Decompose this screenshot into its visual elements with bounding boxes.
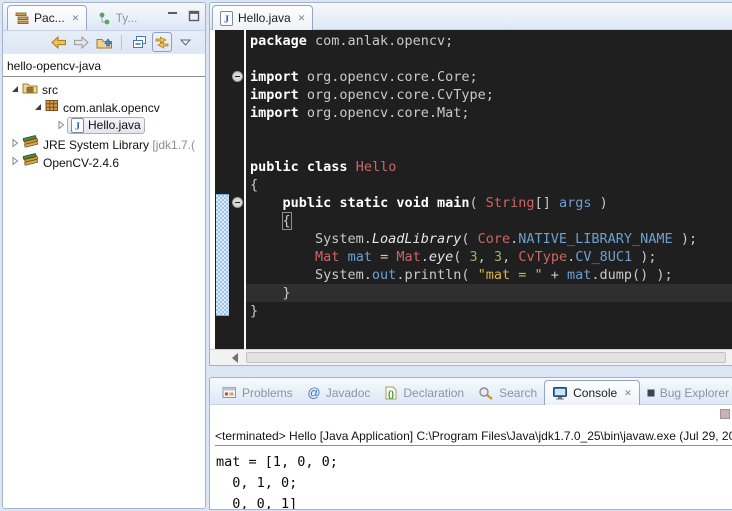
expanded-arrow-icon[interactable]: [32, 103, 44, 111]
range-indicator-bar: [216, 194, 229, 316]
code-editor[interactable]: package com.anlak.opencv; import org.ope…: [215, 30, 732, 349]
minimize-icon[interactable]: [166, 9, 179, 22]
tree-item-label: JRE System Library: [43, 138, 149, 152]
svg-text:J: J: [224, 14, 229, 25]
tab-label: Console: [573, 386, 617, 400]
console-tabband: Problems @ Javadoc () Declaration Search Conso…: [210, 378, 732, 405]
tab-javadoc[interactable]: @ Javadoc: [300, 380, 378, 405]
package-explorer-toolbar: [3, 31, 205, 54]
up-button[interactable]: [94, 32, 114, 52]
tab-search[interactable]: Search: [471, 380, 544, 405]
tab-label: Search: [499, 386, 537, 400]
javadoc-icon: @: [307, 386, 321, 399]
code-text[interactable]: package com.anlak.opencv; import org.ope…: [250, 32, 697, 320]
collapsed-arrow-icon[interactable]: [9, 138, 21, 148]
tab-label: Pac...: [34, 11, 65, 25]
nav-back-icon: [50, 36, 67, 49]
project-tree: src com.anlak.opencv J Hello.java JRE System…: [3, 80, 205, 170]
project-label[interactable]: hello-opencv-java: [3, 57, 205, 74]
console-process-label: <terminated> Hello [Java Application] C:…: [215, 429, 732, 446]
collapsed-arrow-icon[interactable]: [55, 120, 67, 130]
search-icon: [478, 386, 494, 400]
library-icon: [22, 135, 39, 149]
tab-label: Declaration: [403, 386, 464, 400]
tab-bug-explorer[interactable]: Bug Explorer: [640, 380, 732, 405]
view-window-buttons: [166, 9, 200, 22]
collapse-all-button[interactable]: [129, 32, 149, 52]
view-menu-icon: [180, 39, 191, 46]
dark-square-icon: [647, 389, 655, 397]
tab-package-explorer[interactable]: Pac... ✕: [7, 5, 87, 30]
java-file-icon: J: [220, 11, 233, 26]
tree-item-label: Hello.java: [88, 118, 141, 132]
package-explorer-tabband: Pac... ✕ Ty...: [3, 3, 205, 31]
tab-type-hierarchy[interactable]: Ty...: [91, 6, 145, 31]
tab-label: Bug Explorer: [660, 386, 729, 400]
tab-declaration[interactable]: () Declaration: [377, 380, 471, 405]
svg-text:J: J: [75, 121, 80, 132]
project-separator: [3, 76, 205, 77]
collapse-all-icon: [132, 35, 147, 49]
tab-hello-java[interactable]: J Hello.java ✕: [212, 5, 313, 30]
editor-horizontal-scrollbar[interactable]: [210, 349, 732, 365]
console-output[interactable]: mat = [1, 0, 0; 0, 1, 0; 0, 0, 1]: [216, 452, 338, 510]
nav-up-icon: [96, 35, 113, 49]
tree-item-label: OpenCV-2.4.6: [43, 156, 119, 170]
editor-area: J Hello.java ✕ package com.anlak.opencv;…: [209, 2, 732, 366]
package-icon: [45, 99, 59, 112]
collapsed-arrow-icon[interactable]: [9, 156, 21, 166]
fold-collapse-icon[interactable]: [232, 71, 243, 82]
back-button[interactable]: [48, 32, 68, 52]
tab-console[interactable]: Console ✕: [544, 380, 640, 405]
svg-text:(): (): [388, 389, 394, 399]
tree-item-label: src: [42, 83, 58, 97]
expanded-arrow-icon[interactable]: [9, 85, 21, 93]
tree-item-com-anlak-opencv[interactable]: com.anlak.opencv: [3, 98, 205, 116]
forward-button[interactable]: [71, 32, 91, 52]
package-explorer-header: Pac... ✕ Ty...: [3, 3, 205, 54]
close-icon[interactable]: ✕: [622, 388, 632, 399]
selected-tree-item[interactable]: J Hello.java: [67, 117, 145, 134]
link-with-editor-button[interactable]: [152, 32, 172, 52]
declaration-icon: (): [384, 386, 398, 400]
console-content: <terminated> Hello [Java Application] C:…: [210, 405, 732, 509]
tab-label: Problems: [242, 386, 293, 400]
package-explorer-view: Pac... ✕ Ty... hello-opencv-java src com.…: [2, 2, 206, 509]
tree-item-decoration: [jdk1.7.(: [149, 138, 195, 152]
library-icon: [22, 153, 39, 167]
tab-label: Ty...: [116, 11, 138, 25]
console-view: Problems @ Javadoc () Declaration Search Conso…: [209, 377, 732, 510]
java-file-icon: J: [71, 118, 84, 133]
editor-tabband: J Hello.java ✕: [210, 3, 732, 30]
link-editor-icon: [154, 36, 170, 49]
tab-label: Javadoc: [326, 386, 371, 400]
tree-item-opencv-2-4-6[interactable]: OpenCV-2.4.6: [3, 152, 205, 170]
scrollbar-thumb[interactable]: [246, 352, 726, 363]
close-icon[interactable]: ✕: [296, 13, 306, 24]
maximize-icon[interactable]: [187, 9, 200, 22]
svg-text:@: @: [307, 386, 320, 399]
fold-collapse-icon[interactable]: [232, 197, 243, 208]
package-explorer-tree: hello-opencv-java src com.anlak.opencv J He…: [3, 54, 205, 170]
type-hierarchy-icon: [98, 12, 111, 25]
nav-forward-icon: [73, 36, 90, 49]
toolbar-separator: [121, 35, 122, 50]
eclipse-workbench: Pac... ✕ Ty... hello-opencv-java src com.…: [0, 0, 732, 511]
tree-item-hello-java[interactable]: J Hello.java: [3, 116, 205, 134]
package-folder-icon: [22, 81, 38, 94]
tree-item-jre-system-library[interactable]: JRE System Library [jdk1.7.(: [3, 134, 205, 152]
tab-problems[interactable]: Problems: [215, 380, 300, 405]
tree-item-label: com.anlak.opencv: [63, 101, 160, 115]
scroll-left-arrow-icon[interactable]: [232, 353, 238, 363]
console-icon: [552, 386, 568, 400]
problems-icon: [222, 386, 237, 399]
tree-item-src[interactable]: src: [3, 80, 205, 98]
tab-label: Hello.java: [238, 11, 291, 25]
package-explorer-icon: [15, 12, 29, 25]
terminate-button[interactable]: [720, 409, 730, 419]
view-menu-button[interactable]: [175, 32, 195, 52]
close-icon[interactable]: ✕: [70, 13, 80, 24]
